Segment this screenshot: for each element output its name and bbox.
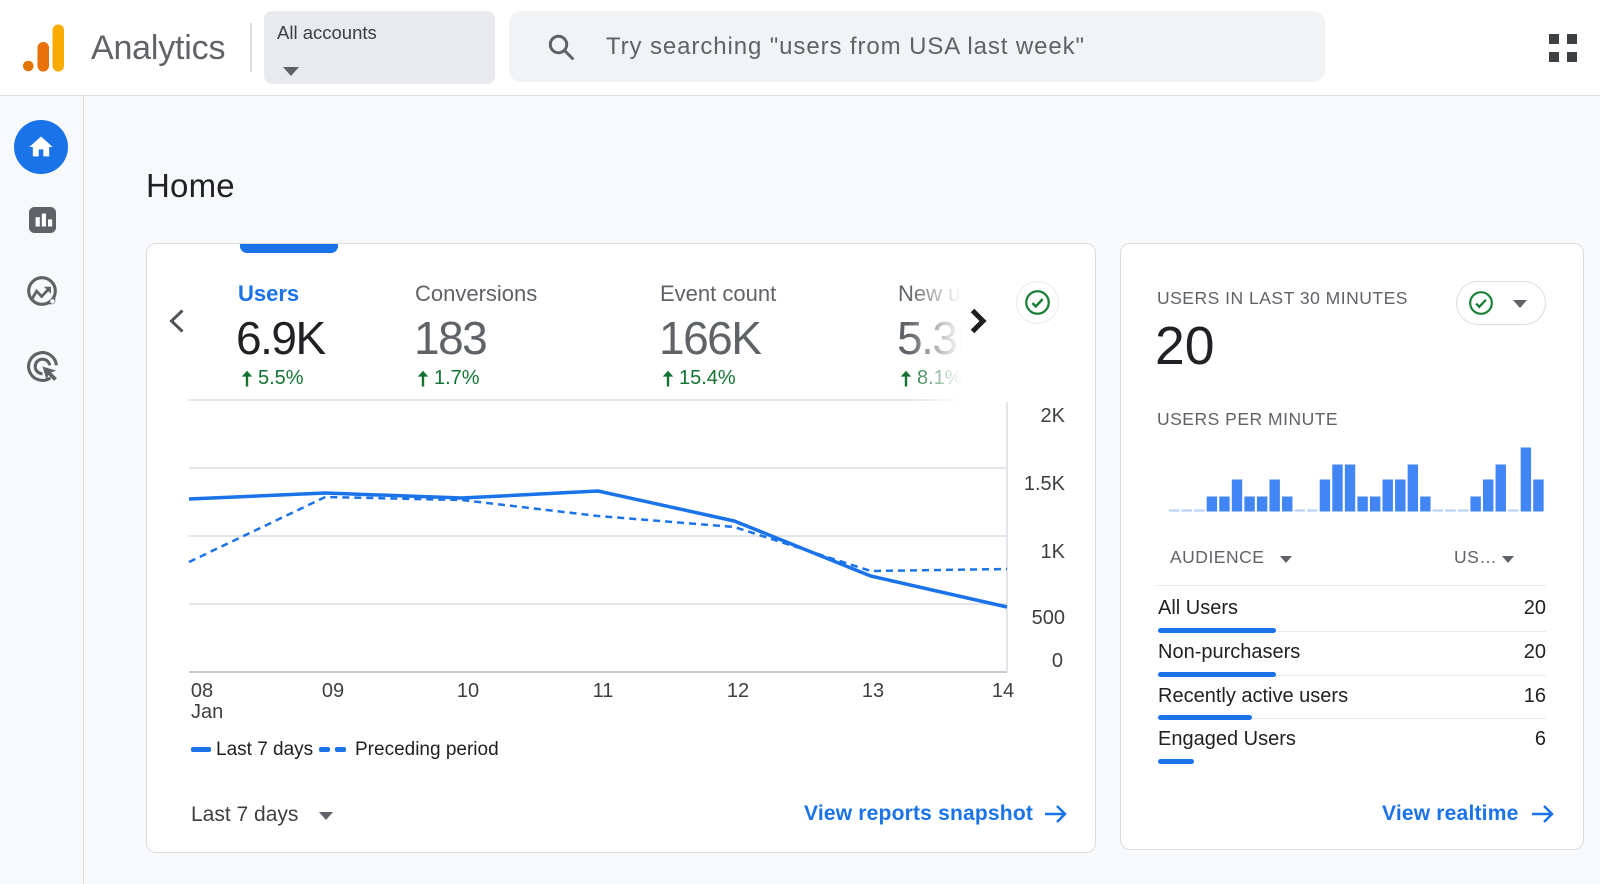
svg-text:13: 13: [862, 680, 884, 702]
svg-text:500: 500: [1032, 607, 1065, 629]
svg-text:2K: 2K: [1041, 405, 1066, 427]
svg-text:1.5K: 1.5K: [1024, 473, 1066, 495]
svg-text:1K: 1K: [1041, 541, 1066, 563]
svg-text:14: 14: [992, 680, 1014, 702]
svg-text:09: 09: [322, 680, 344, 702]
svg-text:11: 11: [593, 680, 614, 702]
svg-text:10: 10: [457, 680, 479, 702]
svg-text:0: 0: [1052, 650, 1063, 672]
svg-text:Jan: Jan: [191, 701, 223, 723]
svg-text:12: 12: [727, 680, 749, 702]
svg-text:08: 08: [191, 680, 213, 702]
